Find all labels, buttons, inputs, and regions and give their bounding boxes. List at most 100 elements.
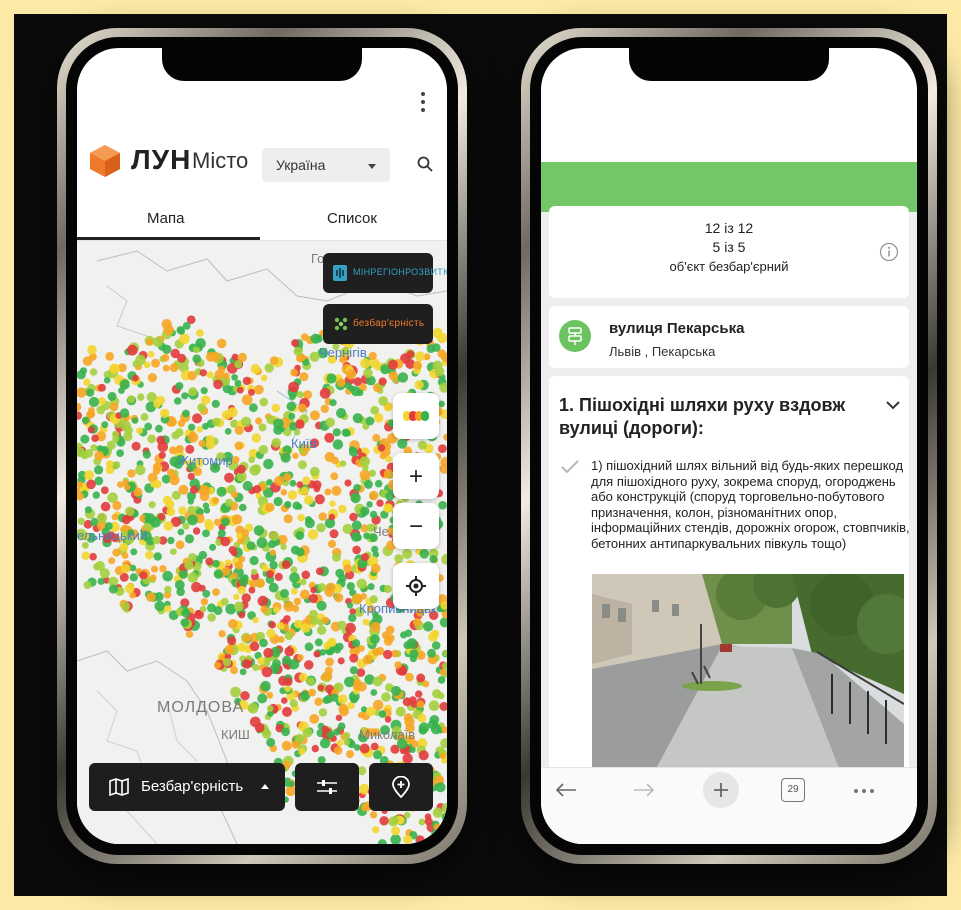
map-marker[interactable] (180, 618, 189, 627)
map-marker[interactable] (305, 516, 313, 524)
map-marker[interactable] (125, 506, 135, 517)
map-marker[interactable] (77, 481, 84, 488)
map-marker[interactable] (259, 397, 269, 407)
map-marker[interactable] (202, 529, 210, 538)
tab-list[interactable]: Список (327, 210, 377, 227)
map-marker[interactable] (233, 593, 240, 601)
map-marker[interactable] (370, 621, 381, 633)
map-marker[interactable] (300, 578, 307, 586)
map-marker[interactable] (427, 648, 436, 658)
map-marker[interactable] (265, 502, 275, 512)
map-marker[interactable] (150, 480, 157, 488)
map-marker[interactable] (329, 500, 336, 507)
map-marker[interactable] (193, 467, 202, 476)
map-marker[interactable] (300, 623, 311, 633)
map-marker[interactable] (290, 588, 298, 595)
map-marker[interactable] (178, 484, 189, 495)
map-marker[interactable] (181, 608, 191, 618)
map-marker[interactable] (266, 479, 273, 486)
map-marker[interactable] (273, 496, 283, 507)
map-marker[interactable] (272, 659, 281, 668)
map-marker[interactable] (431, 641, 441, 650)
map-marker[interactable] (112, 430, 120, 438)
map-marker[interactable] (437, 692, 445, 700)
map-marker[interactable] (222, 566, 231, 576)
map-marker[interactable] (307, 677, 315, 686)
zoom-out-button[interactable]: − (393, 503, 439, 549)
map-marker[interactable] (77, 517, 85, 525)
map-marker[interactable] (100, 486, 109, 495)
map-marker[interactable] (280, 489, 288, 496)
map-marker[interactable] (286, 401, 297, 412)
map-marker[interactable] (430, 723, 442, 735)
map-marker[interactable] (96, 405, 106, 415)
map-marker[interactable] (281, 740, 292, 751)
search-icon[interactable] (417, 156, 433, 172)
map-marker[interactable] (372, 826, 380, 834)
map-marker[interactable] (309, 714, 320, 724)
map-marker[interactable] (198, 550, 208, 560)
map-marker[interactable] (295, 531, 305, 540)
map-marker[interactable] (217, 529, 226, 538)
map-marker[interactable] (416, 700, 425, 708)
map-marker[interactable] (162, 570, 173, 582)
map-marker[interactable] (284, 631, 294, 640)
map-marker[interactable] (220, 597, 229, 606)
map-marker[interactable] (269, 356, 279, 365)
map-marker[interactable] (346, 582, 355, 591)
map-marker[interactable] (263, 458, 274, 470)
map-marker[interactable] (383, 469, 394, 479)
map-marker[interactable] (439, 669, 447, 676)
map-marker[interactable] (77, 370, 86, 380)
map-marker[interactable] (335, 714, 343, 721)
map-marker[interactable] (418, 818, 426, 826)
map-marker[interactable] (365, 706, 376, 717)
map-marker[interactable] (336, 739, 344, 747)
map-marker[interactable] (121, 552, 129, 559)
map-marker[interactable] (414, 380, 424, 390)
map-marker[interactable] (131, 441, 141, 451)
map-marker[interactable] (177, 327, 185, 335)
map-marker[interactable] (146, 392, 157, 403)
map-marker[interactable] (297, 654, 304, 661)
map-marker[interactable] (155, 424, 163, 433)
map-marker[interactable] (101, 421, 109, 429)
map-marker[interactable] (335, 568, 345, 578)
map-marker[interactable] (167, 536, 175, 545)
map-marker[interactable] (298, 748, 306, 755)
map-marker[interactable] (353, 484, 361, 492)
map-marker[interactable] (284, 685, 291, 692)
map-marker[interactable] (330, 693, 339, 702)
map-marker[interactable] (213, 606, 223, 615)
map-marker[interactable] (216, 338, 227, 349)
map-marker[interactable] (188, 553, 197, 562)
info-icon[interactable] (879, 242, 899, 262)
map-marker[interactable] (257, 693, 268, 704)
map-marker[interactable] (234, 441, 244, 451)
map-marker[interactable] (258, 423, 267, 432)
map-marker[interactable] (311, 744, 319, 753)
map-marker[interactable] (365, 416, 375, 426)
map-marker[interactable] (370, 742, 379, 751)
map-marker[interactable] (198, 439, 206, 448)
map-marker[interactable] (317, 583, 327, 592)
map-marker[interactable] (103, 376, 111, 384)
map-marker[interactable] (199, 605, 207, 613)
map-marker[interactable] (273, 606, 280, 614)
map-marker[interactable] (394, 554, 404, 563)
map-marker[interactable] (337, 620, 347, 630)
map-marker[interactable] (146, 592, 156, 602)
map-marker[interactable] (289, 479, 297, 487)
map-marker[interactable] (231, 374, 239, 381)
map-marker[interactable] (293, 428, 301, 436)
map-marker[interactable] (188, 423, 196, 431)
map-marker[interactable] (93, 563, 101, 571)
map-marker[interactable] (164, 585, 172, 594)
map-marker[interactable] (419, 549, 430, 559)
map-marker[interactable] (251, 433, 261, 443)
map-marker[interactable] (252, 664, 260, 671)
map-marker[interactable] (152, 467, 161, 475)
map-marker[interactable] (417, 440, 427, 450)
map-marker[interactable] (199, 369, 207, 377)
map-marker[interactable] (89, 552, 97, 561)
